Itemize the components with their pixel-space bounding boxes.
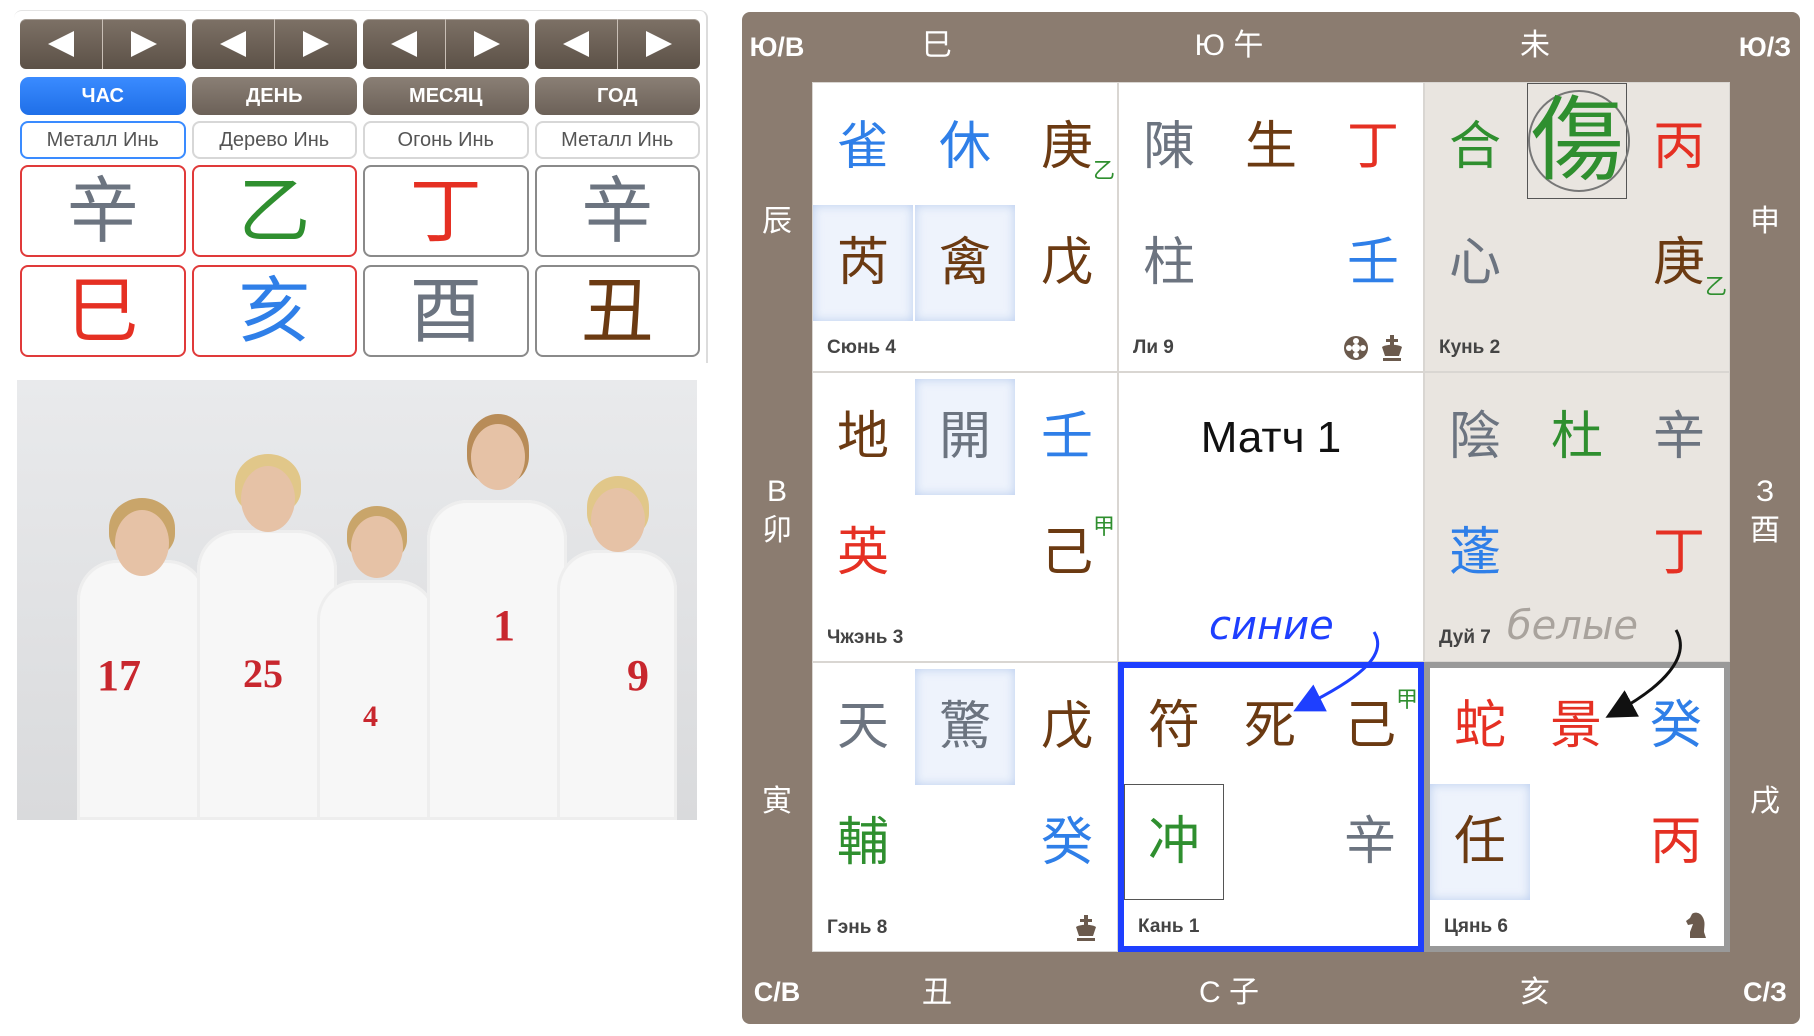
tab-month[interactable]: МЕСЯЦ	[363, 77, 529, 115]
tab-day[interactable]: ДЕНЬ	[191, 77, 357, 115]
heavenly-stems-row: 辛 乙 丁 辛	[20, 165, 700, 257]
bottom-branch-zi: С 子	[1199, 976, 1259, 1009]
jersey-number: 17	[97, 651, 141, 700]
month-element: Огонь Инь	[363, 121, 529, 159]
hour-branch[interactable]: 巳	[20, 265, 186, 357]
top-branch-wei: 未	[1520, 29, 1550, 62]
earthly-branches-row: 巳 亥 酉 丑	[20, 265, 700, 357]
bottom-branch-hai: 亥	[1520, 976, 1550, 1009]
arrow-left-icon	[562, 31, 589, 57]
arrow-right-icon	[131, 31, 158, 57]
jersey-number: 9	[627, 651, 649, 700]
top-branch-si: 巳	[922, 29, 952, 62]
year-element: Металл Инь	[534, 121, 700, 159]
bottom-branch-chou: 丑	[922, 976, 952, 1009]
jersey-number: 4	[363, 700, 378, 733]
day-stem[interactable]: 乙	[191, 165, 357, 257]
corner-north-east: С/В	[753, 976, 801, 1007]
hour-stem[interactable]: 辛	[20, 165, 186, 257]
corner-south-west: Ю/З	[1738, 32, 1792, 62]
day-element: Дерево Инь	[191, 121, 357, 159]
year-stem[interactable]: 辛	[534, 165, 700, 257]
jersey-number: 25	[243, 651, 283, 696]
day-prev-button[interactable]	[192, 19, 274, 69]
month-prev-button[interactable]	[363, 19, 445, 69]
palace-grid: 雀 休 庚乙 芮 禽 戊 Сюнь 4 陳 生 丁 柱 壬 Ли 9 合 傷 丙…	[812, 82, 1730, 952]
hour-element: Металл Инь	[20, 121, 186, 159]
year-prev-button[interactable]	[535, 19, 617, 69]
left-branch-yin: 寅	[762, 785, 792, 818]
arrow-left-icon	[219, 31, 246, 57]
day-nav	[191, 19, 357, 69]
player-figure: 1	[427, 410, 567, 820]
month-stem[interactable]: 丁	[363, 165, 529, 257]
jersey-number: 1	[493, 601, 515, 650]
year-branch[interactable]: 丑	[534, 265, 700, 357]
arrow-right-icon	[474, 31, 501, 57]
left-branch-mao: В 卯	[762, 475, 792, 547]
tab-year[interactable]: ГОД	[534, 77, 700, 115]
corner-north-west: С/З	[1743, 976, 1787, 1007]
corner-south-east: Ю/В	[749, 32, 805, 62]
element-row: Металл Инь Дерево Инь Огонь Инь Металл И…	[20, 121, 700, 159]
player-figure: 4	[317, 500, 437, 820]
month-next-button[interactable]	[445, 19, 528, 69]
month-nav	[363, 19, 529, 69]
hour-prev-button[interactable]	[20, 19, 102, 69]
hour-nav	[20, 19, 186, 69]
day-branch[interactable]: 亥	[191, 265, 357, 357]
team-photo: 17 25 4 1 9	[17, 380, 697, 820]
annotation-arrows	[1293, 629, 1682, 718]
qimen-board: Ю/В Ю/З С/В С/З 巳 Ю 午 未 丑 С 子 亥 辰 В 卯 寅 …	[742, 12, 1800, 1024]
right-branch-xu: 戌	[1750, 785, 1780, 818]
right-branch-you: З 酉	[1750, 475, 1780, 547]
pillar-nav-row	[20, 19, 700, 69]
top-branch-wu: Ю 午	[1194, 29, 1264, 62]
tab-hour[interactable]: ЧАС	[20, 77, 186, 115]
player-figure: 17	[77, 490, 207, 820]
arrow-left-icon	[48, 31, 75, 57]
year-nav	[534, 19, 700, 69]
month-branch[interactable]: 酉	[363, 265, 529, 357]
arrow-right-icon	[645, 31, 672, 57]
player-figure: 25	[197, 450, 337, 820]
arrow-right-icon	[302, 31, 329, 57]
right-branch-shen: 申	[1750, 205, 1780, 238]
day-next-button[interactable]	[273, 19, 357, 69]
year-next-button[interactable]	[616, 19, 700, 69]
player-figure: 9	[557, 470, 677, 820]
pillar-tabs: ЧАС ДЕНЬ МЕСЯЦ ГОД	[20, 77, 700, 115]
pillars-panel: ЧАС ДЕНЬ МЕСЯЦ ГОД Металл Инь Дерево Инь…	[14, 10, 708, 363]
left-branch-chen: 辰	[762, 205, 792, 238]
hour-next-button[interactable]	[102, 19, 185, 69]
arrow-left-icon	[391, 31, 418, 57]
